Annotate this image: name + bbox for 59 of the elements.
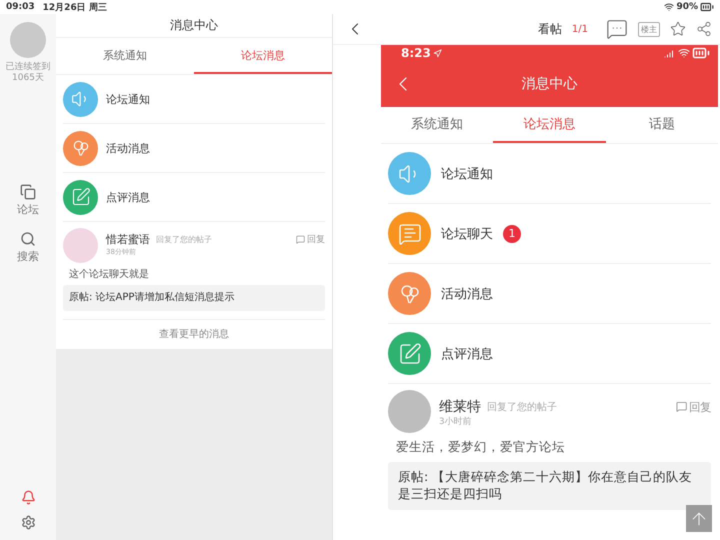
- battery-icon: [700, 0, 714, 14]
- category-label: 活动消息: [106, 140, 150, 156]
- post-time: 3小时前: [439, 416, 473, 428]
- page-title: 消息中心: [56, 14, 332, 38]
- category-label: 活动消息: [441, 286, 493, 302]
- tab[interactable]: 系统通知: [56, 38, 194, 74]
- nav-item[interactable]: 论坛: [17, 184, 39, 217]
- original-post[interactable]: 原帖: 论坛APP请增加私信短消息提示: [63, 285, 325, 310]
- star-icon[interactable]: [670, 21, 686, 37]
- tab[interactable]: 系统通知: [381, 107, 494, 143]
- page-counter[interactable]: 1/1: [572, 24, 588, 34]
- battery-level: 90%: [676, 2, 698, 12]
- reply-button[interactable]: 回复: [296, 233, 325, 246]
- avatar: [388, 390, 431, 433]
- user-name: 维莱特: [439, 398, 481, 416]
- category-label: 点评消息: [441, 346, 493, 362]
- category-row[interactable]: 活动消息: [388, 264, 711, 324]
- comment-icon[interactable]: [606, 18, 628, 40]
- user-name: 惜若蜜语: [106, 232, 150, 247]
- page-title: 看帖: [538, 20, 562, 38]
- clock: 8:23: [401, 46, 431, 60]
- chat-icon: [398, 222, 422, 246]
- category-label: 论坛通知: [441, 166, 493, 182]
- category-row[interactable]: 论坛通知: [63, 75, 325, 124]
- category-row[interactable]: 论坛通知: [388, 144, 711, 204]
- reply-text: 这个论坛聊天就是: [69, 268, 150, 281]
- forum-icon: [20, 184, 36, 200]
- wifi-icon: [664, 2, 674, 12]
- category-label: 论坛通知: [106, 92, 150, 106]
- nav-item[interactable]: 搜索: [17, 231, 39, 264]
- action-text: 回复了您的帖子: [156, 234, 212, 245]
- original-post[interactable]: 原帖: 【大唐碎碎念第二十六期】你在意自己的队友是三扫还是四扫吗: [388, 462, 711, 510]
- share-icon[interactable]: [696, 21, 712, 37]
- search-icon: [20, 231, 36, 247]
- pen-icon: [398, 342, 422, 366]
- check-in-streak: 已连续签到 1065天: [6, 62, 50, 84]
- tab[interactable]: 话题: [606, 107, 718, 143]
- bell-icon[interactable]: [20, 490, 36, 505]
- category-row[interactable]: 活动消息: [63, 124, 325, 173]
- unread-count: 1: [503, 224, 521, 242]
- action-text: 回复了您的帖子: [487, 400, 557, 414]
- reply-text: 爱生活，爱梦幻，爱官方论坛: [396, 439, 566, 456]
- location-icon: [432, 48, 442, 58]
- pen-icon: [70, 187, 90, 207]
- host-only-button[interactable]: 楼主: [638, 22, 660, 36]
- category-label: 点评消息: [106, 190, 150, 204]
- tab[interactable]: 论坛消息: [194, 38, 332, 74]
- clock: 09:03: [6, 2, 35, 12]
- page-title: 消息中心: [520, 75, 578, 93]
- tab[interactable]: 论坛消息: [493, 107, 606, 143]
- category-row[interactable]: 点评消息: [388, 324, 711, 384]
- reply-icon: [296, 235, 305, 244]
- category-label: 论坛聊天: [441, 226, 493, 242]
- reply-icon: [676, 401, 687, 413]
- date: 12月26日 周三: [42, 2, 107, 14]
- load-more-link[interactable]: 查看更早的消息: [63, 318, 325, 348]
- category-row[interactable]: 论坛聊天 1: [388, 204, 711, 264]
- settings-icon[interactable]: [20, 515, 36, 530]
- avatar: [63, 228, 98, 263]
